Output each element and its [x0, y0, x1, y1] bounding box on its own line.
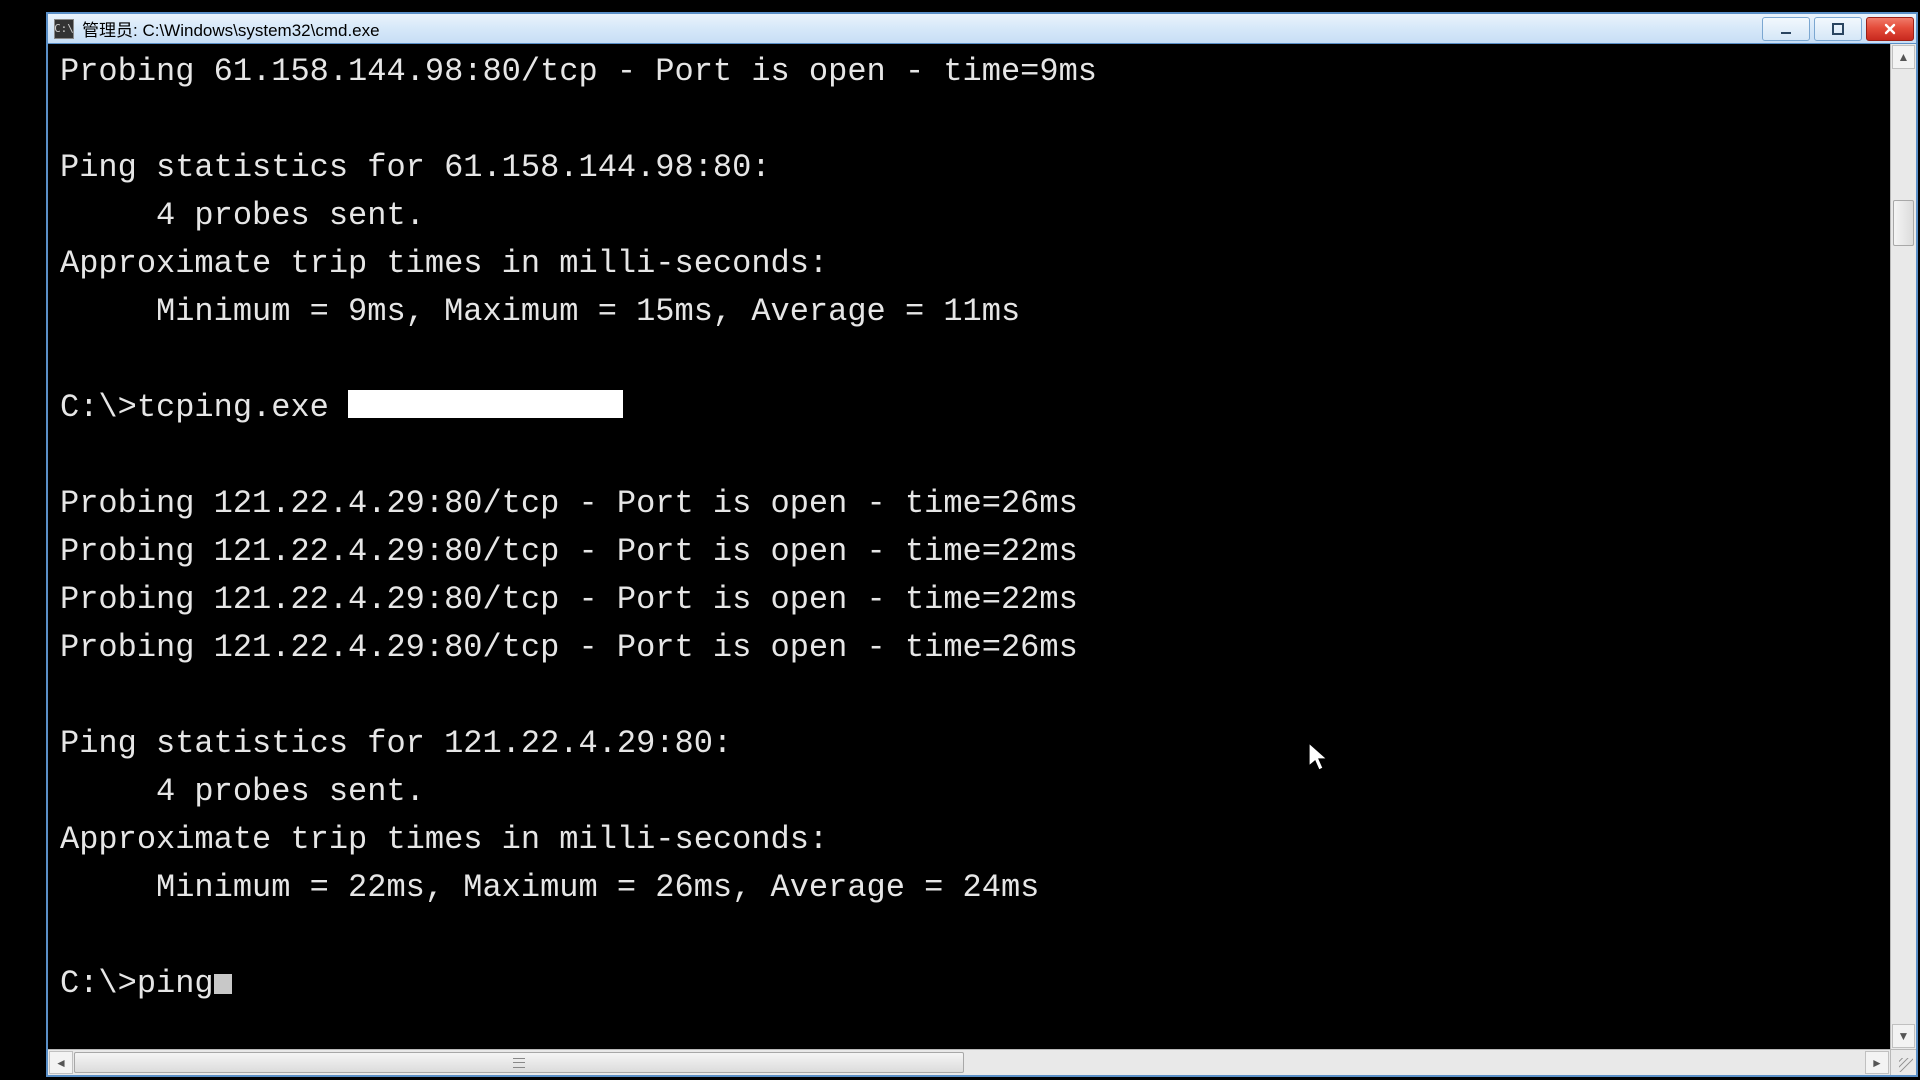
- text-cursor: [214, 974, 232, 994]
- scroll-track[interactable]: [1891, 70, 1916, 1023]
- close-button[interactable]: [1866, 17, 1914, 41]
- scroll-thumb[interactable]: [1893, 200, 1914, 246]
- scroll-track[interactable]: [74, 1050, 1864, 1075]
- scroll-up-button[interactable]: ▲: [1892, 45, 1915, 69]
- horizontal-scrollbar[interactable]: ◄ ►: [48, 1049, 1890, 1075]
- scroll-right-button[interactable]: ►: [1865, 1051, 1889, 1074]
- output-line: Probing 61.158.144.98:80/tcp - Port is o…: [60, 53, 1097, 90]
- scroll-down-button[interactable]: ▼: [1892, 1024, 1915, 1048]
- terminal-output[interactable]: Probing 61.158.144.98:80/tcp - Port is o…: [52, 44, 1890, 1049]
- output-line: Ping statistics for 121.22.4.29:80:: [60, 725, 732, 762]
- cmd-window: C:\ 管理员: C:\Windows\system32\cmd.exe Pro…: [46, 12, 1918, 1077]
- maximize-button[interactable]: [1814, 17, 1862, 41]
- output-line: Minimum = 22ms, Maximum = 26ms, Average …: [60, 869, 1039, 906]
- scroll-thumb[interactable]: [74, 1052, 964, 1073]
- vertical-scrollbar[interactable]: ▲ ▼: [1890, 44, 1916, 1049]
- output-line: Approximate trip times in milli-seconds:: [60, 821, 828, 858]
- terminal-body: Probing 61.158.144.98:80/tcp - Port is o…: [48, 44, 1916, 1075]
- window-controls: [1762, 17, 1914, 41]
- titlebar[interactable]: C:\ 管理员: C:\Windows\system32\cmd.exe: [48, 14, 1916, 44]
- output-line: Probing 121.22.4.29:80/tcp - Port is ope…: [60, 485, 1078, 522]
- output-line: Probing 121.22.4.29:80/tcp - Port is ope…: [60, 581, 1078, 618]
- output-line: Probing 121.22.4.29:80/tcp - Port is ope…: [60, 533, 1078, 570]
- output-line: Probing 121.22.4.29:80/tcp - Port is ope…: [60, 629, 1078, 666]
- cmd-icon: C:\: [54, 19, 74, 39]
- output-line: Ping statistics for 61.158.144.98:80:: [60, 149, 771, 186]
- output-line: Approximate trip times in milli-seconds:: [60, 245, 828, 282]
- output-line: 4 probes sent.: [60, 773, 425, 810]
- output-line: Minimum = 9ms, Maximum = 15ms, Average =…: [60, 293, 1020, 330]
- scroll-left-button[interactable]: ◄: [49, 1051, 73, 1074]
- prompt-line: C:\>ping: [60, 965, 232, 1002]
- redacted-hostname: [348, 390, 623, 418]
- output-line: 4 probes sent.: [60, 197, 425, 234]
- prompt-line: C:\>tcping.exe: [60, 389, 623, 426]
- resize-grip[interactable]: [1890, 1049, 1916, 1075]
- minimize-button[interactable]: [1762, 17, 1810, 41]
- window-title: 管理员: C:\Windows\system32\cmd.exe: [82, 16, 380, 41]
